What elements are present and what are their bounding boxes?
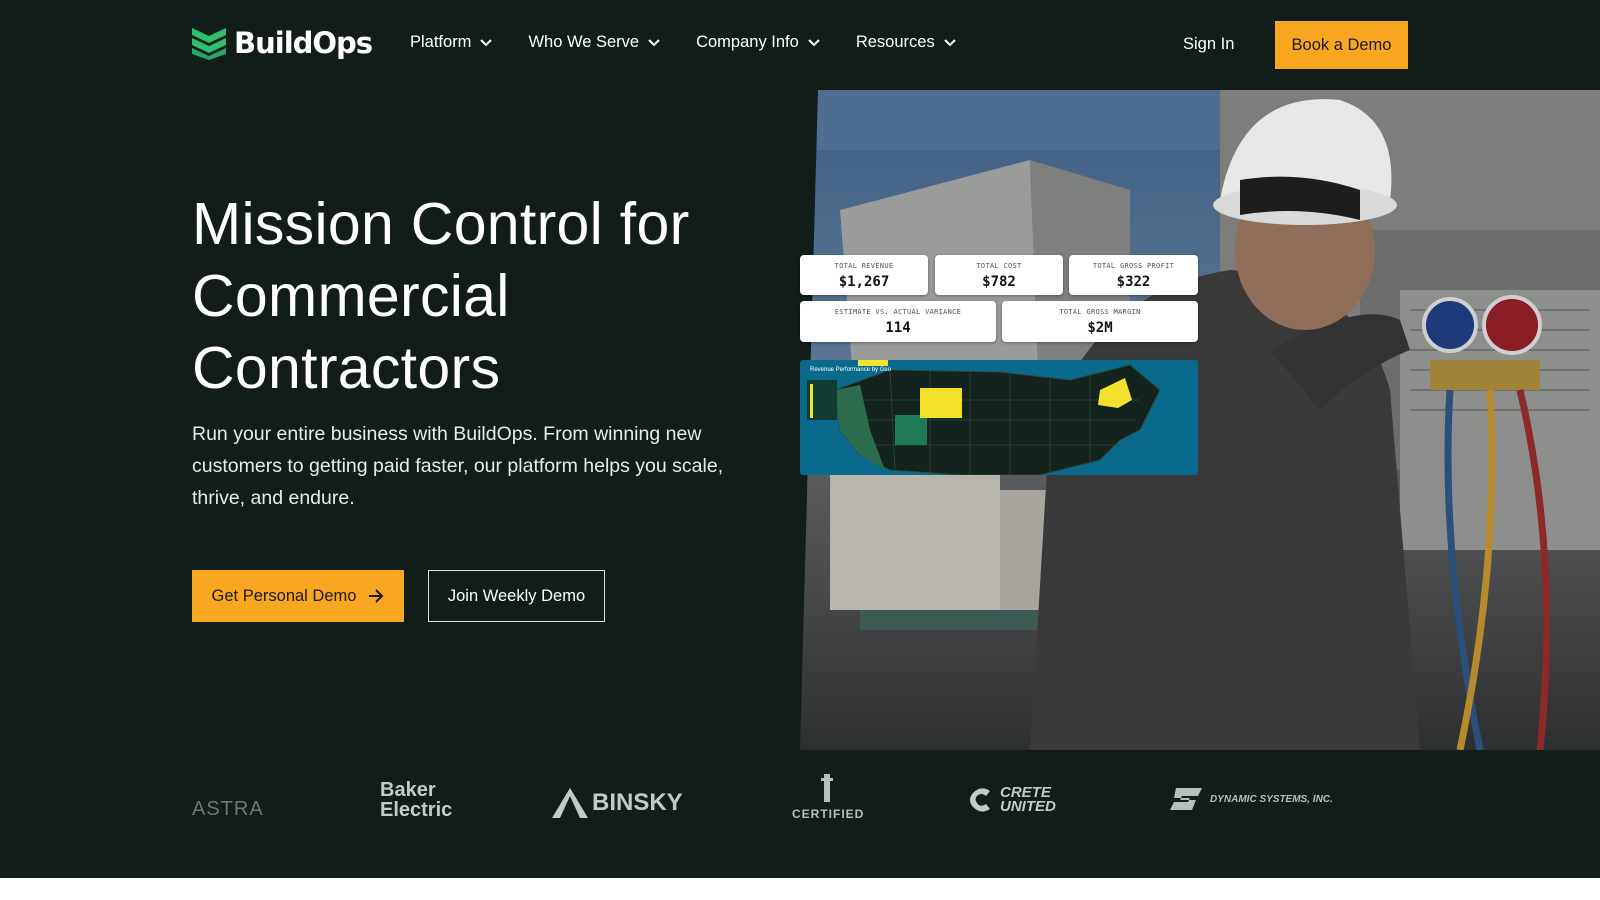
logo-text: ASTRA <box>192 798 264 820</box>
stat-card-total-cost: TOTAL COST $782 <box>935 255 1063 295</box>
arrow-right-icon <box>369 589 384 603</box>
crete-united-logo: CRETE UNITED <box>968 784 1060 815</box>
logo-text: DYNAMIC SYSTEMS, INC. <box>1210 793 1333 805</box>
binsky-logo: BINSKY <box>552 788 683 818</box>
baker-electric-logo: Baker Electric <box>380 780 460 820</box>
button-label: Get Personal Demo <box>211 586 357 605</box>
binsky-mark-icon <box>552 788 588 818</box>
chevron-down-icon <box>808 38 820 46</box>
nav-label: Company Info <box>696 33 799 51</box>
chevron-down-icon <box>648 38 660 46</box>
get-personal-demo-button[interactable]: Get Personal Demo <box>192 570 404 622</box>
join-weekly-demo-button[interactable]: Join Weekly Demo <box>428 570 605 622</box>
revenue-map: Revenue Performance by Geo <box>800 360 1198 475</box>
hero-title: Mission Control for Commercial Contracto… <box>192 188 772 404</box>
us-map-graphic <box>807 360 1161 475</box>
logo-text: Baker Electric <box>380 779 453 821</box>
nav-resources[interactable]: Resources <box>856 33 956 52</box>
nav-platform[interactable]: Platform <box>410 33 493 52</box>
stat-value: $782 <box>982 274 1016 290</box>
stat-card-gross-margin: TOTAL GROSS MARGIN $2M <box>1002 301 1198 342</box>
brand-name: BuildOps <box>234 26 373 60</box>
chevron-down-icon <box>480 38 493 46</box>
sign-in-link[interactable]: Sign In <box>1183 35 1234 54</box>
stat-value: 114 <box>885 320 911 336</box>
nav-label: Resources <box>855 33 935 51</box>
nav-company-info[interactable]: Company Info <box>696 33 820 52</box>
certified-logo: CERTIFIED <box>792 774 865 821</box>
hero-title-line: Mission Control for <box>192 191 690 257</box>
stat-label: TOTAL COST <box>976 262 1022 270</box>
crete-mark-icon <box>970 788 990 812</box>
buildops-logo-icon <box>192 28 226 60</box>
stat-card-total-gross-profit: TOTAL GROSS PROFIT $322 <box>1069 255 1198 295</box>
customer-logos: ASTRA Baker Electric BINSKY CERTIFIED CR… <box>0 760 1600 878</box>
logo-text: CERTIFIED <box>792 807 865 821</box>
map-title: Revenue Performance by Geo <box>810 367 892 373</box>
logo-text: CRETE UNITED <box>1000 784 1056 815</box>
stat-label: ESTIMATE VS. ACTUAL VARIANCE <box>834 308 962 316</box>
hero-subtitle: Run your entire business with BuildOps. … <box>192 423 724 509</box>
stat-card-variance: ESTIMATE VS. ACTUAL VARIANCE 114 <box>800 301 996 342</box>
hero-title-line: Contractors <box>192 335 501 401</box>
stat-value: $2M <box>1087 320 1113 336</box>
stat-label: TOTAL GROSS MARGIN <box>1059 308 1141 316</box>
stat-value: $1,267 <box>838 274 890 290</box>
book-demo-button[interactable]: Book a Demo <box>1275 21 1408 69</box>
dynamic-systems-logo: DYNAMIC SYSTEMS, INC. <box>1170 786 1333 812</box>
nav-who-we-serve[interactable]: Who We Serve <box>528 33 660 52</box>
chevron-down-icon <box>943 38 956 46</box>
stat-value: $322 <box>1116 274 1151 290</box>
dynamic-systems-mark-icon <box>1170 788 1202 810</box>
stat-label: TOTAL GROSS PROFIT <box>1092 262 1175 270</box>
main-nav: Platform Who We Serve Company Info Resou… <box>410 33 956 52</box>
site-header: BuildOps Platform Who We Serve Company I… <box>0 0 1600 88</box>
buildops-logo[interactable]: BuildOps <box>192 26 373 60</box>
nav-label: Who We Serve <box>528 33 640 51</box>
nav-label: Platform <box>410 33 472 51</box>
logo-text: BINSKY <box>592 789 683 816</box>
astra-logo: ASTRA <box>192 798 264 821</box>
stat-label: TOTAL REVENUE <box>834 262 894 270</box>
page-divider <box>0 878 1600 900</box>
hero-title-line: Commercial <box>192 263 510 329</box>
certified-mark-icon <box>821 774 833 802</box>
stat-card-total-revenue: TOTAL REVENUE $1,267 <box>800 255 928 295</box>
